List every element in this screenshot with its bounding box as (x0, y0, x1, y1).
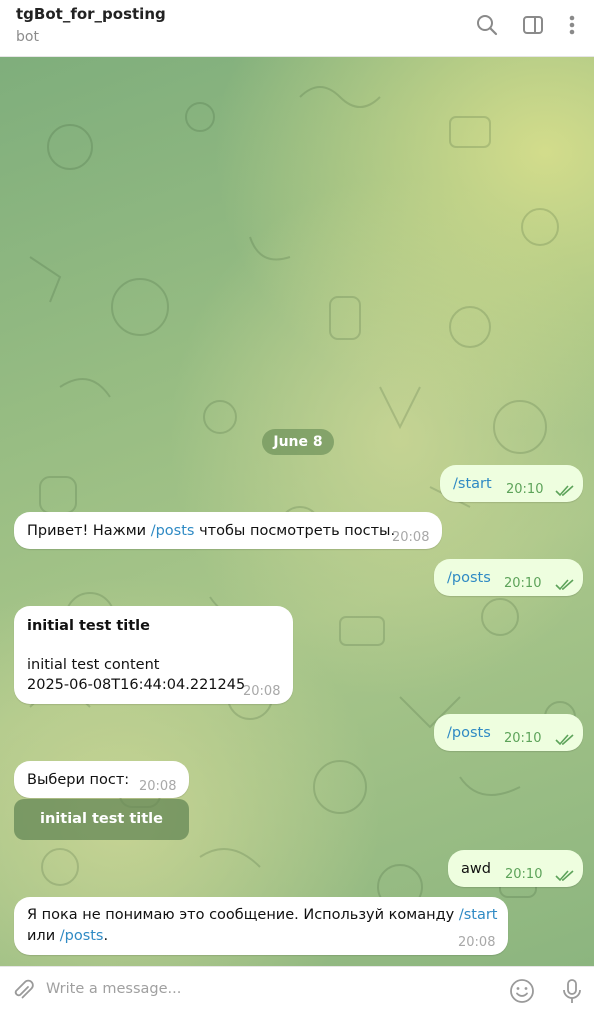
message-text: Привет! Нажми /posts чтобы посмотреть по… (27, 523, 396, 539)
post-message: initial test title initial test content … (14, 606, 293, 704)
command-link[interactable]: /posts (447, 570, 491, 586)
chat-background[interactable]: June 8 /start 20:10 Привет! Нажми /posts… (0, 57, 594, 966)
message-time: 20:10 (504, 731, 542, 746)
outgoing-message[interactable]: /posts 20:10 (434, 714, 583, 751)
emoji-icon[interactable] (508, 977, 536, 1005)
read-ticks-icon (555, 734, 574, 746)
outgoing-message[interactable]: awd 20:10 (448, 850, 583, 887)
command-link[interactable]: /posts (447, 725, 491, 741)
message-text: awd (461, 861, 491, 877)
message-time: 20:08 (139, 779, 177, 794)
incoming-message: Привет! Нажми /posts чтобы посмотреть по… (14, 512, 442, 549)
date-separator: June 8 (262, 429, 334, 455)
message-input[interactable] (46, 975, 486, 1003)
read-ticks-icon (555, 485, 574, 497)
message-time: 20:08 (243, 684, 281, 699)
outgoing-message[interactable]: /posts 20:10 (434, 559, 583, 596)
message-time: 20:10 (506, 482, 544, 497)
message-time: 20:08 (392, 530, 430, 545)
chat-header: tgBot_for_posting bot (0, 0, 594, 57)
incoming-message: Я пока не понимаю это сообщение. Использ… (14, 897, 508, 955)
message-text: Выбери пост: (27, 772, 130, 788)
chat-title[interactable]: tgBot_for_posting (16, 5, 166, 23)
read-ticks-icon (555, 870, 574, 882)
message-time: 20:08 (458, 935, 496, 950)
sidebar-toggle-icon[interactable] (520, 12, 546, 38)
command-link[interactable]: /start (453, 476, 492, 492)
read-ticks-icon (555, 579, 574, 591)
command-link[interactable]: /posts (151, 523, 195, 539)
command-link[interactable]: /posts (60, 928, 104, 944)
message-text: Я пока не понимаю это сообщение. Использ… (27, 907, 498, 923)
command-link[interactable]: /start (459, 907, 498, 923)
more-vertical-icon[interactable] (559, 12, 585, 38)
message-text: или /posts. (27, 928, 109, 944)
search-icon[interactable] (474, 12, 500, 38)
chat-status: bot (16, 29, 39, 45)
attach-icon[interactable] (9, 977, 37, 1005)
outgoing-message[interactable]: /start 20:10 (440, 465, 583, 502)
post-title: initial test title (27, 618, 150, 634)
post-content: initial test content (27, 657, 160, 673)
post-date: 2025-06-08T16:44:04.221245 (27, 677, 246, 693)
message-time: 20:10 (504, 576, 542, 591)
inline-keyboard-button[interactable]: initial test title (14, 799, 189, 840)
message-time: 20:10 (505, 867, 543, 882)
microphone-icon[interactable] (558, 977, 586, 1005)
message-composer (0, 966, 594, 1009)
incoming-message: Выбери пост: 20:08 (14, 761, 189, 798)
